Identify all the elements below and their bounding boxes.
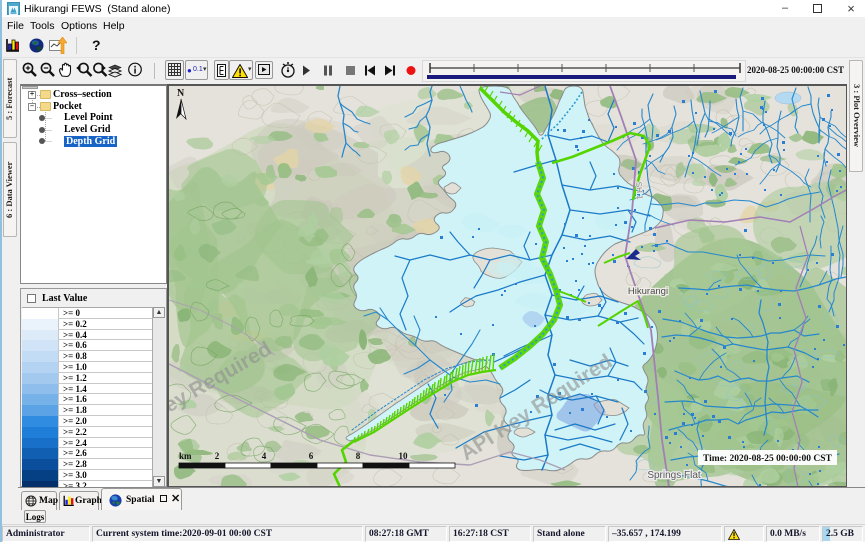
svg-text:10: 10: [399, 451, 409, 461]
svg-text:6: 6: [309, 451, 314, 461]
svg-text:Hikurangi: Hikurangi: [628, 286, 668, 297]
svg-text:N: N: [177, 88, 185, 99]
svg-text:2: 2: [215, 451, 220, 461]
svg-text:Springs Flat: Springs Flat: [647, 470, 701, 481]
svg-text:SH 1: SH 1: [634, 181, 645, 200]
svg-text:4: 4: [262, 451, 267, 461]
svg-text:Time: 2020-08-25 00:00:00 CST: Time: 2020-08-25 00:00:00 CST: [703, 454, 833, 464]
svg-text:km: km: [179, 451, 192, 461]
svg-text:8: 8: [356, 451, 361, 461]
